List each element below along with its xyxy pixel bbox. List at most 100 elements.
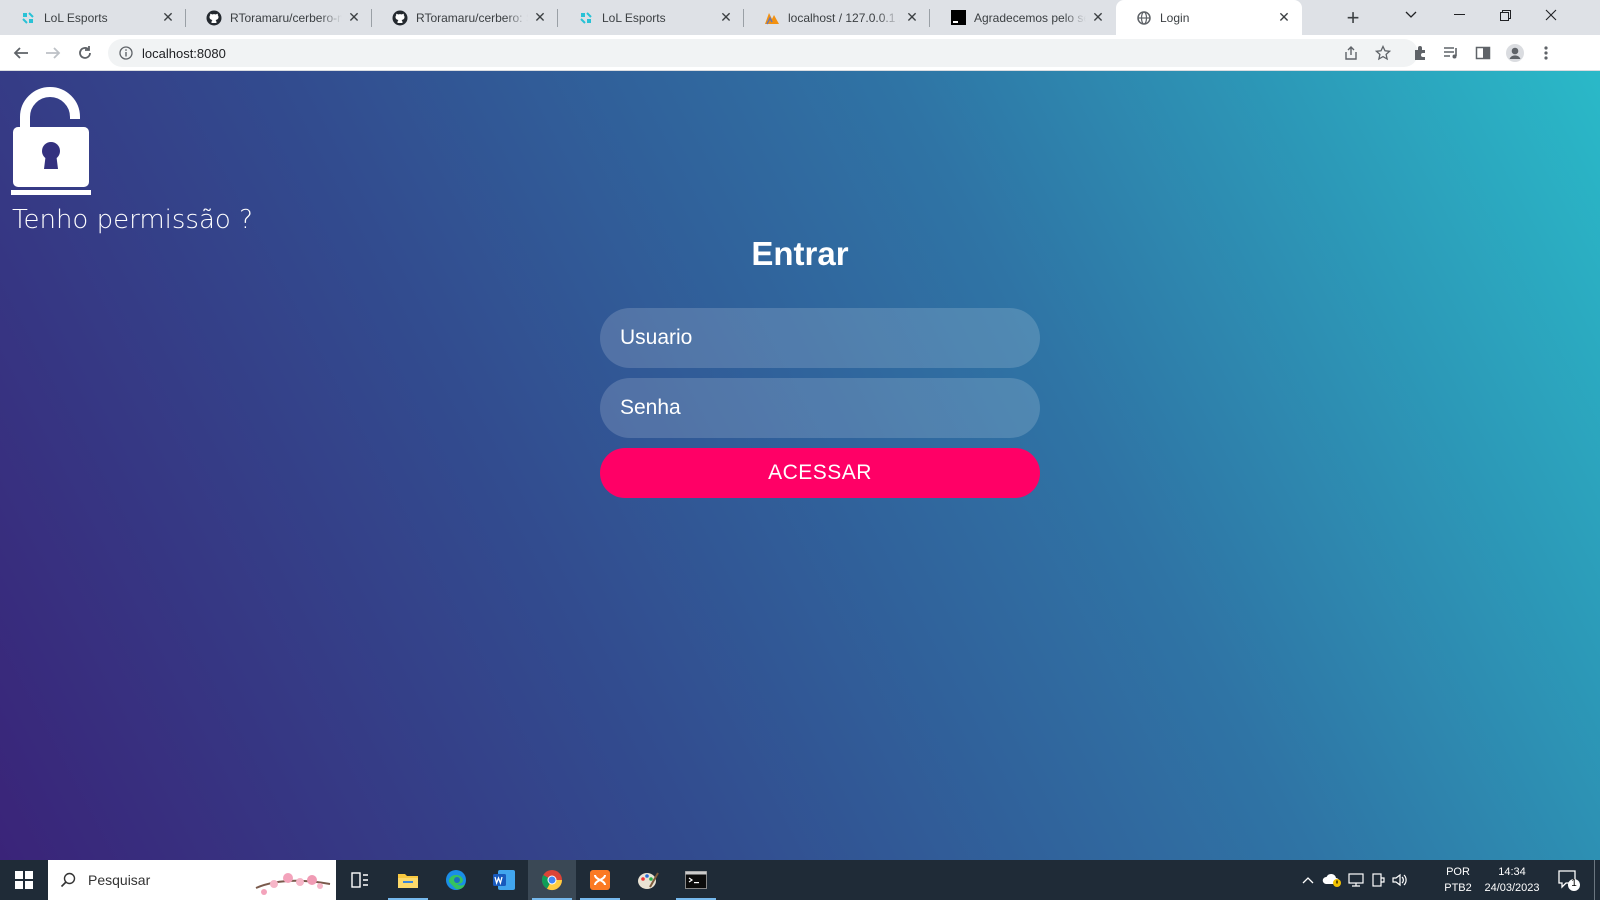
paint-icon [638,872,659,889]
tab-title: LoL Esports [44,10,108,25]
edge-button[interactable] [432,860,480,900]
url-text: localhost:8080 [142,45,226,61]
input-language-indicator[interactable]: POR PTB2 [1440,864,1476,896]
tab-lol-esports-2[interactable]: LoL Esports ✕ [558,0,744,35]
more-vertical-icon [1544,46,1548,60]
reload-icon [79,46,91,59]
tab-title: RToramaru/cerbero-mes [230,10,342,25]
terminal-button[interactable] [672,860,720,900]
clock-date: 24/03/2023 [1484,882,1540,894]
page-title: Entrar [751,235,849,272]
password-input[interactable] [600,378,1040,438]
tab-lol-esports-1[interactable]: LoL Esports ✕ [0,0,186,35]
chevron-down-icon [1405,11,1417,18]
tab-title: LoL Esports [602,10,666,25]
show-desktop-button[interactable] [1594,860,1595,900]
close-icon[interactable]: ✕ [160,9,176,26]
network-button[interactable] [1346,860,1366,900]
tab-title: Agradecemos pelo seu [974,10,1086,25]
side-panel-icon [1475,46,1491,60]
task-view-icon [351,872,368,888]
avatar-icon [1506,44,1524,62]
notification-center-button[interactable]: 1 [1557,868,1581,892]
bookmark-star-icon[interactable] [1370,39,1396,67]
edge-icon [446,870,466,890]
extensions-button[interactable] [1407,40,1433,66]
speaker-icon [1392,873,1407,887]
access-button[interactable]: ACESSAR [600,448,1040,498]
close-icon[interactable]: ✕ [718,9,734,26]
chevron-up-icon [1302,877,1314,884]
share-icon[interactable] [1338,39,1364,67]
phpmyadmin-icon [764,10,780,26]
xampp-icon [590,870,610,890]
notification-count: 1 [1571,878,1577,889]
github-icon [392,10,408,26]
menu-button[interactable] [1533,40,1559,66]
tab-search-button[interactable] [1388,0,1434,30]
arrow-left-icon [13,47,28,59]
device-icon [1372,873,1385,887]
windows-taskbar: Pesquisar POR PTB2 14:34 24/03/2023 1 [0,860,1600,900]
tab-login[interactable]: Login ✕ [1116,0,1302,35]
restore-button[interactable] [1482,0,1528,30]
onedrive-status-button[interactable] [1320,860,1344,900]
search-placeholder: Pesquisar [88,872,151,888]
profile-button[interactable] [1502,40,1528,66]
arrow-right-icon [46,47,61,59]
minimize-button[interactable] [1436,0,1482,30]
tab-agradecemos[interactable]: Agradecemos pelo seu ✕ [930,0,1116,35]
close-icon[interactable]: ✕ [1090,9,1106,26]
close-icon[interactable]: ✕ [904,9,920,26]
chrome-button[interactable] [528,860,576,900]
clock[interactable]: 14:34 24/03/2023 [1477,864,1547,896]
search-icon [60,872,76,888]
puzzle-icon [1415,46,1425,60]
word-icon [493,870,515,890]
power-button[interactable] [1368,860,1388,900]
show-hidden-icons-button[interactable] [1298,860,1318,900]
paint-button[interactable] [624,860,672,900]
address-bar[interactable]: localhost:8080 [108,39,1418,67]
info-icon[interactable] [118,45,134,61]
tab-title: RToramaru/cerbero: Sist [416,10,528,25]
unlock-icon [11,87,91,195]
cherry-blossom-icon [255,873,331,895]
close-window-button[interactable] [1528,0,1574,30]
forward-button[interactable] [40,40,66,66]
xampp-button[interactable] [576,860,624,900]
browser-tab-strip: LoL Esports ✕ RToramaru/cerbero-mes ✕ RT… [0,0,1600,35]
tab-github-cerbero[interactable]: RToramaru/cerbero: Sist ✕ [372,0,558,35]
tab-phpmyadmin[interactable]: localhost / 127.0.0.1 / s ✕ [744,0,930,35]
taskbar-search-box[interactable]: Pesquisar [48,860,336,900]
file-explorer-button[interactable] [384,860,432,900]
windows-logo-icon [15,871,33,889]
word-button[interactable] [480,860,528,900]
lol-esports-icon [578,10,594,26]
new-tab-button[interactable]: + [1341,5,1365,30]
close-icon[interactable]: ✕ [532,9,548,26]
back-button[interactable] [8,40,34,66]
volume-button[interactable] [1390,860,1410,900]
start-button[interactable] [0,860,48,900]
tab-github-cerbero-mes[interactable]: RToramaru/cerbero-mes ✕ [186,0,372,35]
media-control-button[interactable] [1438,40,1464,66]
media-queue-icon [1444,47,1457,59]
minimize-icon [1453,14,1465,15]
language-code: POR [1446,866,1470,878]
browser-toolbar: localhost:8080 [0,35,1600,71]
close-icon [1545,9,1557,21]
side-panel-button[interactable] [1470,40,1496,66]
tab-title: localhost / 127.0.0.1 / s [788,10,900,25]
task-view-button[interactable] [336,860,384,900]
close-icon[interactable]: ✕ [1276,9,1292,26]
close-icon[interactable]: ✕ [346,9,362,26]
tab-title: Login [1160,10,1190,25]
username-input[interactable] [600,308,1040,368]
restore-icon [1499,9,1511,21]
github-icon [206,10,222,26]
chrome-icon [541,870,563,891]
permission-question: Tenho permissão ? [12,205,253,235]
reload-button[interactable] [72,40,98,66]
clock-time: 14:34 [1498,866,1526,878]
